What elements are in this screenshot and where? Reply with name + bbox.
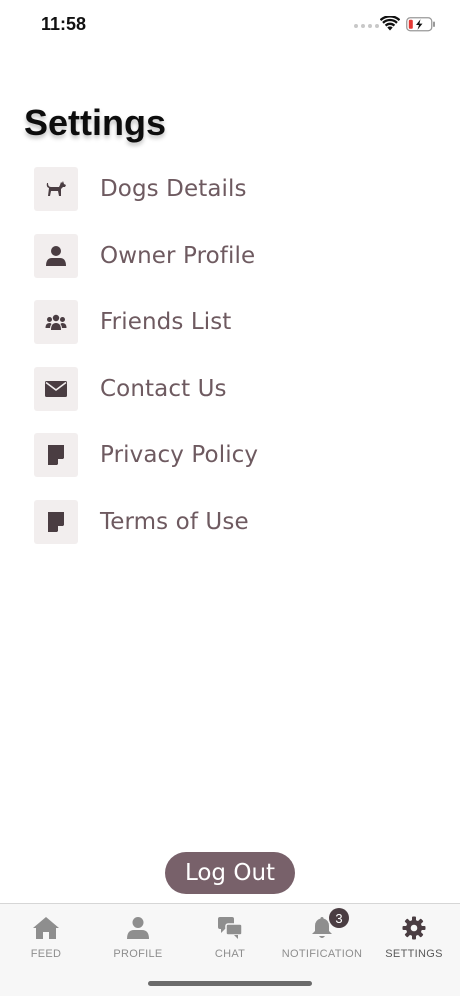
status-time: 11:58 [41, 14, 87, 34]
menu-item-privacy-policy[interactable]: Privacy Policy [34, 433, 434, 478]
dog-icon [34, 167, 78, 211]
home-icon [32, 912, 60, 940]
cellular-signal-icon [354, 24, 379, 28]
menu-item-friends-list[interactable]: Friends List [34, 300, 434, 345]
menu-item-dogs-details[interactable]: Dogs Details [34, 167, 434, 211]
menu-label: Friends List [100, 309, 232, 336]
person-icon [34, 233, 78, 278]
bell-icon: 3 [311, 908, 349, 940]
page-title: Settings [24, 102, 167, 143]
document-icon [34, 433, 78, 478]
document-icon [34, 499, 78, 544]
tab-label: CHAT [214, 948, 246, 960]
menu-label: Privacy Policy [100, 442, 259, 469]
tab-profile[interactable]: PROFILE [92, 912, 184, 964]
battery-icon [406, 17, 435, 32]
menu-label: Owner Profile [100, 242, 256, 269]
person-icon [126, 912, 150, 940]
menu-label: Terms of Use [100, 508, 249, 535]
tab-settings[interactable]: SETTINGS [368, 912, 460, 964]
gear-icon [402, 912, 426, 940]
menu-item-owner-profile[interactable]: Owner Profile [34, 233, 434, 278]
tab-label: FEED [30, 948, 62, 960]
status-bar: 11:58 [0, 0, 460, 50]
logout-button[interactable]: Log Out [165, 852, 295, 894]
tab-label: NOTIFICATION [281, 948, 363, 960]
menu-item-terms-of-use[interactable]: Terms of Use [34, 499, 434, 544]
menu-label: Contact Us [100, 375, 227, 402]
settings-menu: Dogs Details Owner Profile Friends List … [34, 167, 434, 567]
chat-icon [217, 912, 243, 940]
envelope-icon [34, 366, 78, 411]
settings-screen: 11:58 Settings Dogs Details Owner Profil… [0, 0, 460, 996]
tab-label: SETTINGS [385, 948, 443, 960]
tab-feed[interactable]: FEED [0, 912, 92, 964]
menu-item-contact-us[interactable]: Contact Us [34, 366, 434, 411]
home-indicator [148, 981, 312, 986]
group-icon [34, 300, 78, 345]
tab-notification[interactable]: 3 NOTIFICATION [276, 908, 368, 964]
tab-label: PROFILE [113, 948, 163, 960]
wifi-icon [380, 16, 400, 31]
notification-badge: 3 [329, 908, 349, 928]
menu-label: Dogs Details [100, 176, 247, 202]
tab-chat[interactable]: CHAT [184, 912, 276, 964]
